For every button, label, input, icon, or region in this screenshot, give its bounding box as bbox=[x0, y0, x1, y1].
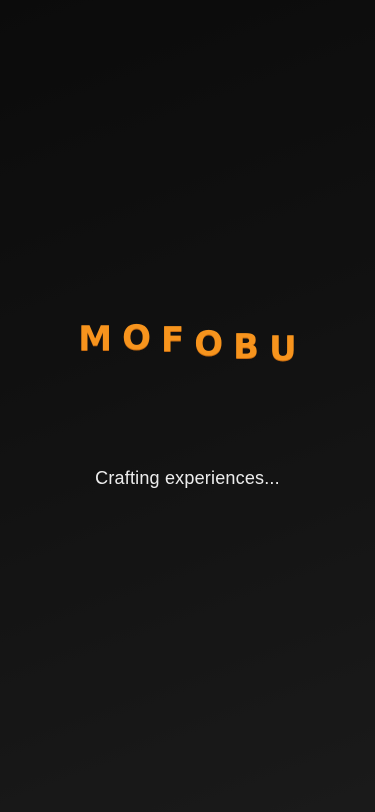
brand-logo: MOFOBU bbox=[0, 318, 375, 374]
loading-tagline: Crafting experiences... bbox=[95, 468, 280, 488]
logo-letter: B bbox=[233, 327, 260, 367]
logo-letter: O bbox=[122, 318, 152, 358]
logo-letter: O bbox=[194, 324, 224, 364]
logo-letter: U bbox=[269, 329, 297, 369]
logo-letter: M bbox=[78, 319, 113, 359]
splash-screen: MOFOBU Crafting experiences... bbox=[0, 0, 375, 812]
logo-letter: F bbox=[161, 320, 185, 360]
